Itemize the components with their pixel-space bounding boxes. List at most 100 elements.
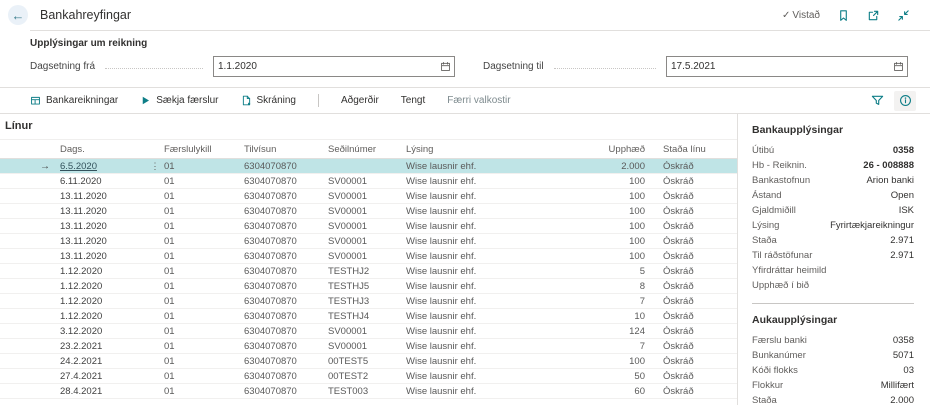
cell-amount[interactable]: 100 (567, 206, 649, 217)
cell-ledger-key[interactable]: 01 (164, 266, 244, 277)
cell-ledger-key[interactable]: 01 (164, 161, 244, 172)
cell-description[interactable]: Wise lausnir ehf. (406, 386, 567, 397)
cell-amount[interactable]: 100 (567, 221, 649, 232)
table-row[interactable]: 13.11.2020 01 6304070870 SV00001 Wise la… (0, 234, 737, 249)
cell-date[interactable]: 1.12.2020 (60, 266, 146, 277)
cell-description[interactable]: Wise lausnir ehf. (406, 281, 567, 292)
cell-reference[interactable]: 6304070870 (244, 296, 328, 307)
header-line-status[interactable]: Staða línu (649, 144, 737, 155)
cell-description[interactable]: Wise lausnir ehf. (406, 311, 567, 322)
cell-line-status[interactable]: Óskráð (649, 266, 737, 277)
cell-amount[interactable]: 100 (567, 251, 649, 262)
cell-ledger-key[interactable]: 01 (164, 341, 244, 352)
table-row[interactable]: 13.11.2020 01 6304070870 SV00001 Wise la… (0, 204, 737, 219)
cell-slip-number[interactable]: SV00001 (328, 341, 406, 352)
cell-date[interactable]: 23.2.2021 (60, 341, 146, 352)
cell-date[interactable]: 13.11.2020 (60, 206, 146, 217)
back-button[interactable]: ← (8, 5, 28, 25)
cell-slip-number[interactable]: 00TEST5 (328, 356, 406, 367)
cell-description[interactable]: Wise lausnir ehf. (406, 206, 567, 217)
row-menu-icon[interactable]: ⋮ (146, 161, 164, 172)
table-row[interactable]: 6.11.2020 01 6304070870 SV00001 Wise lau… (0, 174, 737, 189)
cell-ledger-key[interactable]: 01 (164, 296, 244, 307)
cell-reference[interactable]: 6304070870 (244, 206, 328, 217)
cell-reference[interactable]: 6304070870 (244, 251, 328, 262)
table-row[interactable]: 13.11.2020 01 6304070870 SV00001 Wise la… (0, 249, 737, 264)
cell-amount[interactable]: 7 (567, 296, 649, 307)
table-row[interactable]: 23.2.2021 01 6304070870 SV00001 Wise lau… (0, 339, 737, 354)
cell-description[interactable]: Wise lausnir ehf. (406, 296, 567, 307)
cell-date[interactable]: 13.11.2020 (60, 251, 146, 262)
info-pane-icon[interactable] (894, 91, 916, 111)
cell-description[interactable]: Wise lausnir ehf. (406, 251, 567, 262)
cell-amount[interactable]: 5 (567, 266, 649, 277)
cell-amount[interactable]: 7 (567, 341, 649, 352)
cell-slip-number[interactable]: TESTHJ2 (328, 266, 406, 277)
cell-description[interactable]: Wise lausnir ehf. (406, 266, 567, 277)
cell-amount[interactable]: 60 (567, 386, 649, 397)
header-date[interactable]: Dags. (60, 144, 146, 155)
cell-date[interactable]: 1.12.2020 (60, 311, 146, 322)
table-row[interactable]: → 6.5.2020 ⋮ 01 6304070870 Wise lausnir … (0, 159, 737, 174)
cell-date[interactable]: 1.12.2020 (60, 281, 146, 292)
header-description[interactable]: Lýsing (406, 144, 567, 155)
cell-slip-number[interactable]: SV00001 (328, 326, 406, 337)
cell-slip-number[interactable]: SV00001 (328, 251, 406, 262)
cell-line-status[interactable]: Óskráð (649, 326, 737, 337)
cell-date[interactable]: 28.4.2021 (60, 386, 146, 397)
cell-date[interactable]: 6.11.2020 (60, 176, 146, 187)
cell-line-status[interactable]: Óskráð (649, 296, 737, 307)
cell-ledger-key[interactable]: 01 (164, 236, 244, 247)
header-slip-number[interactable]: Seðilnúmer (328, 144, 406, 155)
cell-slip-number[interactable]: TESTHJ3 (328, 296, 406, 307)
cell-description[interactable]: Wise lausnir ehf. (406, 236, 567, 247)
cell-line-status[interactable]: Óskráð (649, 221, 737, 232)
cell-reference[interactable]: 6304070870 (244, 221, 328, 232)
cell-ledger-key[interactable]: 01 (164, 386, 244, 397)
cell-date[interactable]: 13.11.2020 (60, 191, 146, 202)
cell-slip-number[interactable]: SV00001 (328, 221, 406, 232)
toolbar-actions[interactable]: Aðgerðir (341, 95, 379, 106)
cell-date[interactable]: 1.12.2020 (60, 296, 146, 307)
cell-slip-number[interactable]: SV00001 (328, 206, 406, 217)
calendar-icon[interactable] (889, 61, 907, 72)
table-row[interactable]: 27.4.2021 01 6304070870 00TEST2 Wise lau… (0, 369, 737, 384)
cell-slip-number[interactable]: TEST003 (328, 386, 406, 397)
table-row[interactable]: 24.2.2021 01 6304070870 00TEST5 Wise lau… (0, 354, 737, 369)
cell-reference[interactable]: 6304070870 (244, 386, 328, 397)
cell-amount[interactable]: 100 (567, 236, 649, 247)
cell-description[interactable]: Wise lausnir ehf. (406, 221, 567, 232)
cell-line-status[interactable]: Óskráð (649, 356, 737, 367)
cell-slip-number[interactable]: 00TEST2 (328, 371, 406, 382)
cell-ledger-key[interactable]: 01 (164, 326, 244, 337)
filter-icon[interactable] (866, 91, 888, 111)
toolbar-related[interactable]: Tengt (401, 95, 425, 106)
cell-amount[interactable]: 8 (567, 281, 649, 292)
cell-slip-number[interactable]: SV00001 (328, 176, 406, 187)
cell-line-status[interactable]: Óskráð (649, 281, 737, 292)
cell-ledger-key[interactable]: 01 (164, 221, 244, 232)
cell-line-status[interactable]: Óskráð (649, 161, 737, 172)
cell-reference[interactable]: 6304070870 (244, 371, 328, 382)
cell-reference[interactable]: 6304070870 (244, 341, 328, 352)
cell-ledger-key[interactable]: 01 (164, 191, 244, 202)
cell-line-status[interactable]: Óskráð (649, 371, 737, 382)
header-amount[interactable]: Upphæð (567, 144, 649, 155)
cell-date[interactable]: 13.11.2020 (60, 221, 146, 232)
cell-amount[interactable]: 50 (567, 371, 649, 382)
cell-line-status[interactable]: Óskráð (649, 311, 737, 322)
cell-reference[interactable]: 6304070870 (244, 326, 328, 337)
cell-date[interactable]: 13.11.2020 (60, 236, 146, 247)
cell-slip-number[interactable]: SV00001 (328, 236, 406, 247)
cell-line-status[interactable]: Óskráð (649, 236, 737, 247)
cell-description[interactable]: Wise lausnir ehf. (406, 371, 567, 382)
toolbar-bank-accounts[interactable]: Bankareikningar (30, 95, 118, 106)
cell-ledger-key[interactable]: 01 (164, 251, 244, 262)
cell-description[interactable]: Wise lausnir ehf. (406, 326, 567, 337)
cell-ledger-key[interactable]: 01 (164, 176, 244, 187)
cell-amount[interactable]: 100 (567, 191, 649, 202)
cell-reference[interactable]: 6304070870 (244, 236, 328, 247)
cell-date[interactable]: 24.2.2021 (60, 356, 146, 367)
cell-reference[interactable]: 6304070870 (244, 311, 328, 322)
cell-amount[interactable]: 124 (567, 326, 649, 337)
